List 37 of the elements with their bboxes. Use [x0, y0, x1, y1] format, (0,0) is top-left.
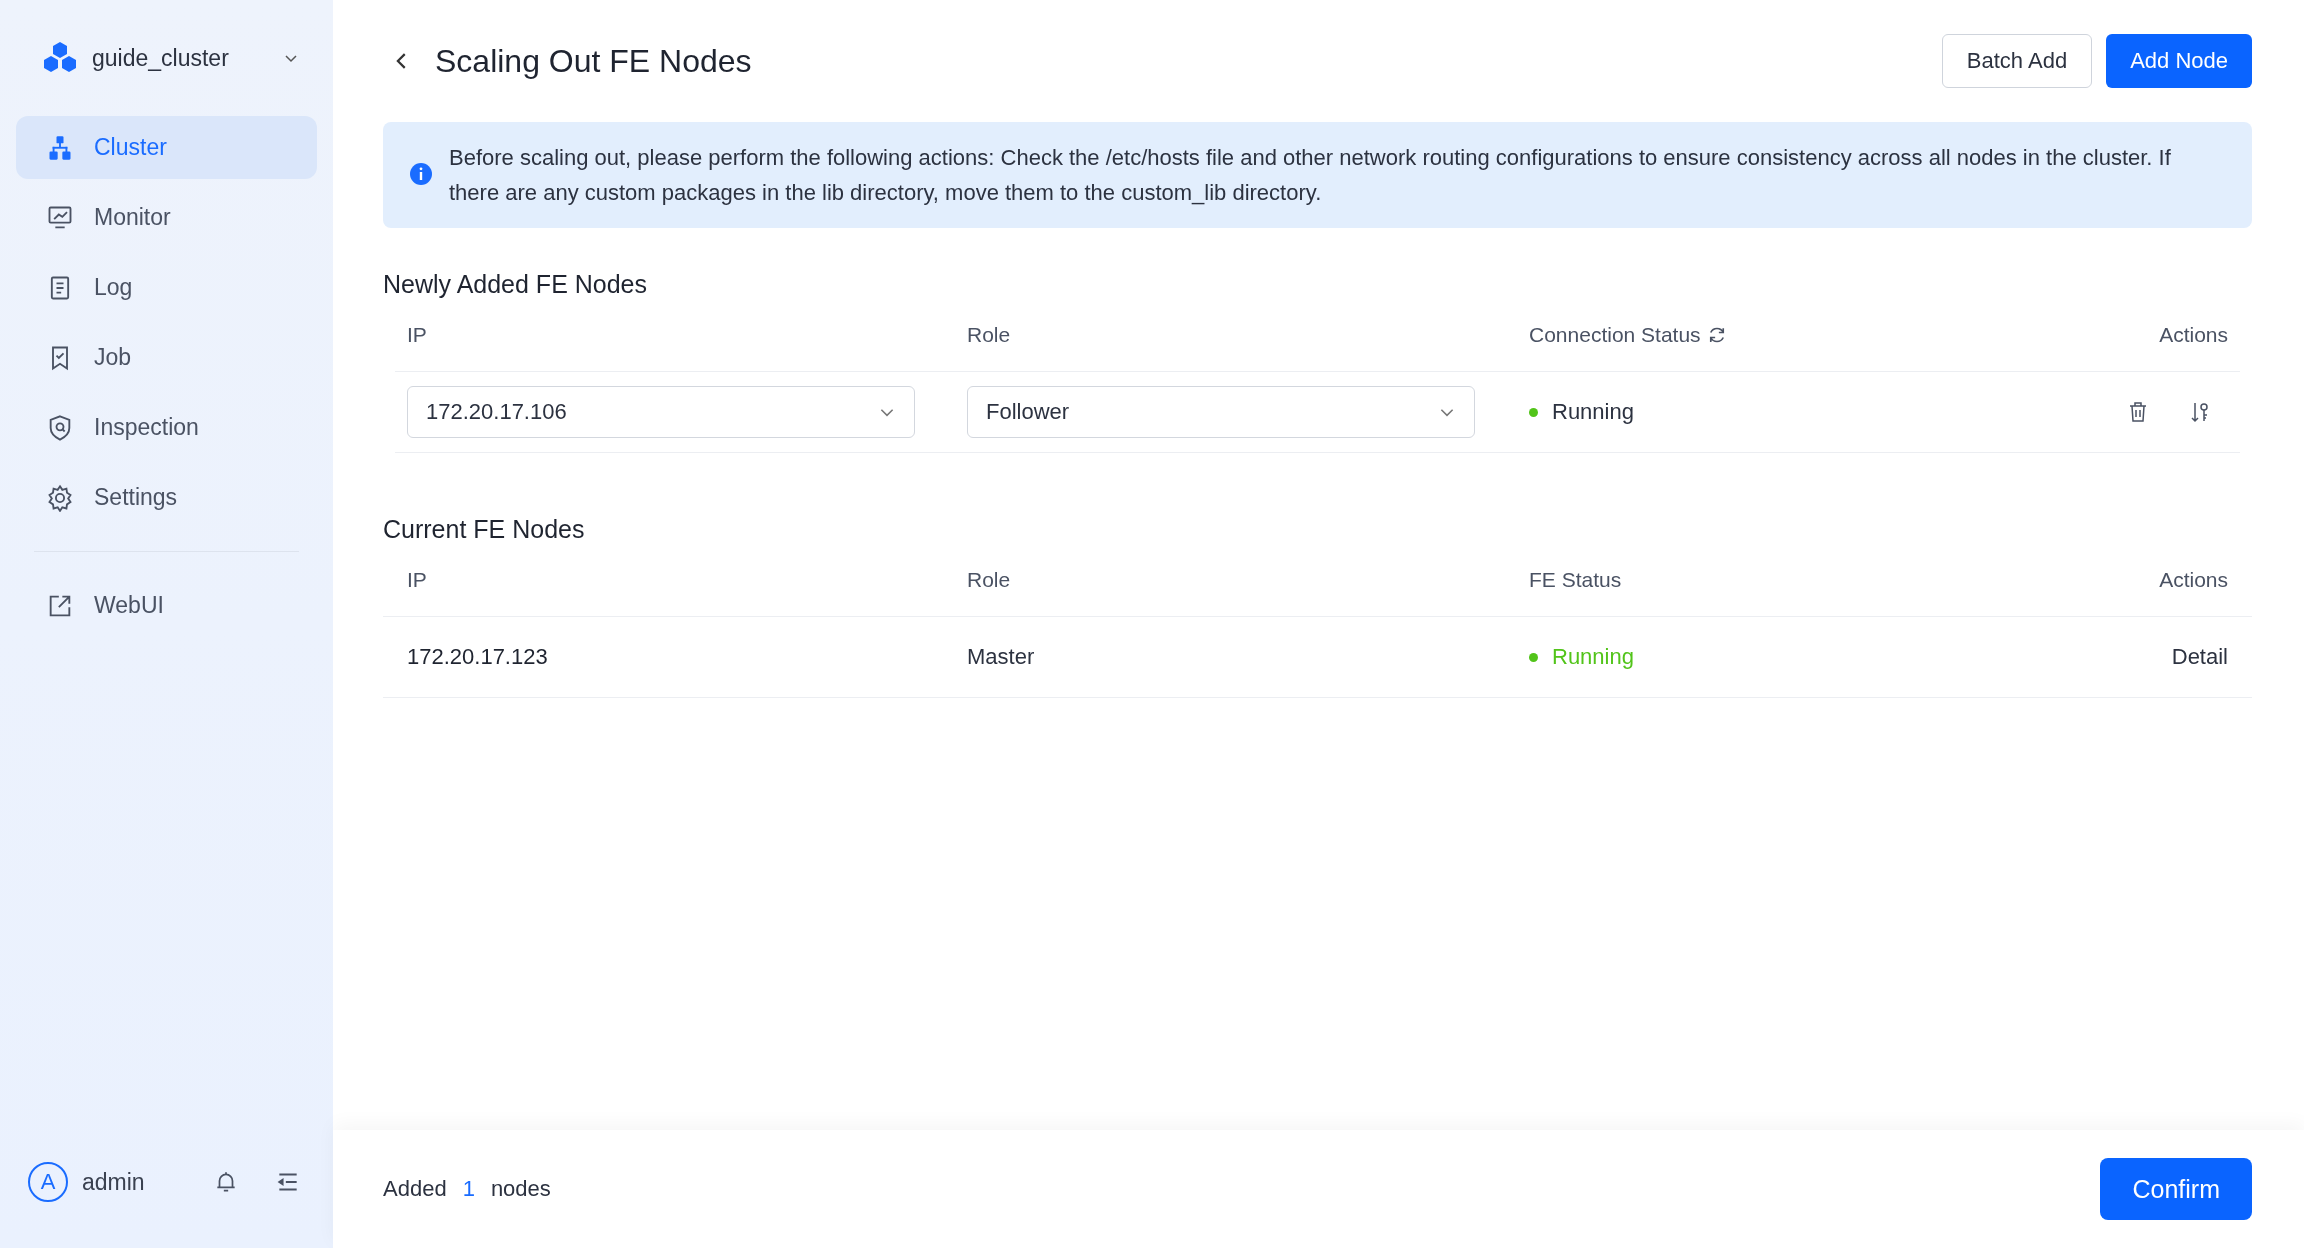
- column-header: Actions: [2159, 323, 2228, 347]
- column-header: Connection Status: [1529, 323, 1701, 347]
- role-select[interactable]: Follower: [967, 386, 1475, 438]
- page-title: Scaling Out FE Nodes: [435, 42, 752, 80]
- avatar[interactable]: A: [28, 1162, 68, 1202]
- sidebar-item[interactable]: Job: [16, 326, 317, 389]
- gear-icon: [46, 483, 74, 512]
- column-header: IP: [407, 568, 428, 592]
- column-header: Role: [967, 568, 1012, 592]
- sidebar-item[interactable]: Log: [16, 256, 317, 319]
- column-header: Actions: [2159, 568, 2228, 592]
- section-title: Newly Added FE Nodes: [383, 270, 649, 299]
- added-count: 1: [462, 1176, 475, 1202]
- table-cell-text: 172.20.17.123: [407, 644, 549, 670]
- column-header: Role: [967, 323, 1012, 347]
- added-suffix: nodes: [490, 1176, 551, 1202]
- webui-link[interactable]: WebUI: [16, 574, 317, 637]
- add-node-button[interactable]: Add Node: [2106, 34, 2252, 88]
- info-icon: [409, 162, 433, 186]
- column-header: FE Status: [1529, 568, 1623, 592]
- column-header: IP: [407, 323, 428, 347]
- notice-text: Before scaling out, please perform the following actions: Check the /etc/hosts file and other network routing configurations to ensure consistency across all nodes in the cluster. If there are any custom packages in the lib directory, move them to the custom_lib directory.: [449, 144, 2172, 207]
- ip-select[interactable]: 172.20.17.106: [407, 386, 915, 438]
- sidebar-item[interactable]: Monitor: [16, 186, 317, 249]
- cluster-name[interactable]: guide_cluster: [92, 44, 229, 72]
- table-cell-text: Master: [967, 644, 1036, 670]
- added-prefix: Added: [383, 1176, 447, 1202]
- confirm-button[interactable]: Confirm: [2100, 1158, 2252, 1220]
- sidebar-item[interactable]: Settings: [16, 466, 317, 529]
- sidebar-item[interactable]: Cluster: [16, 116, 317, 179]
- status-text: Running: [1552, 644, 1634, 670]
- detail-link[interactable]: Detail: [2171, 644, 2228, 669]
- batch-add-button[interactable]: Batch Add: [1941, 34, 2093, 88]
- sidebar-item[interactable]: Inspection: [16, 396, 317, 459]
- status-text: Running: [1552, 399, 1634, 425]
- section-title: Current FE Nodes: [383, 515, 586, 544]
- user-name: admin: [82, 1168, 146, 1196]
